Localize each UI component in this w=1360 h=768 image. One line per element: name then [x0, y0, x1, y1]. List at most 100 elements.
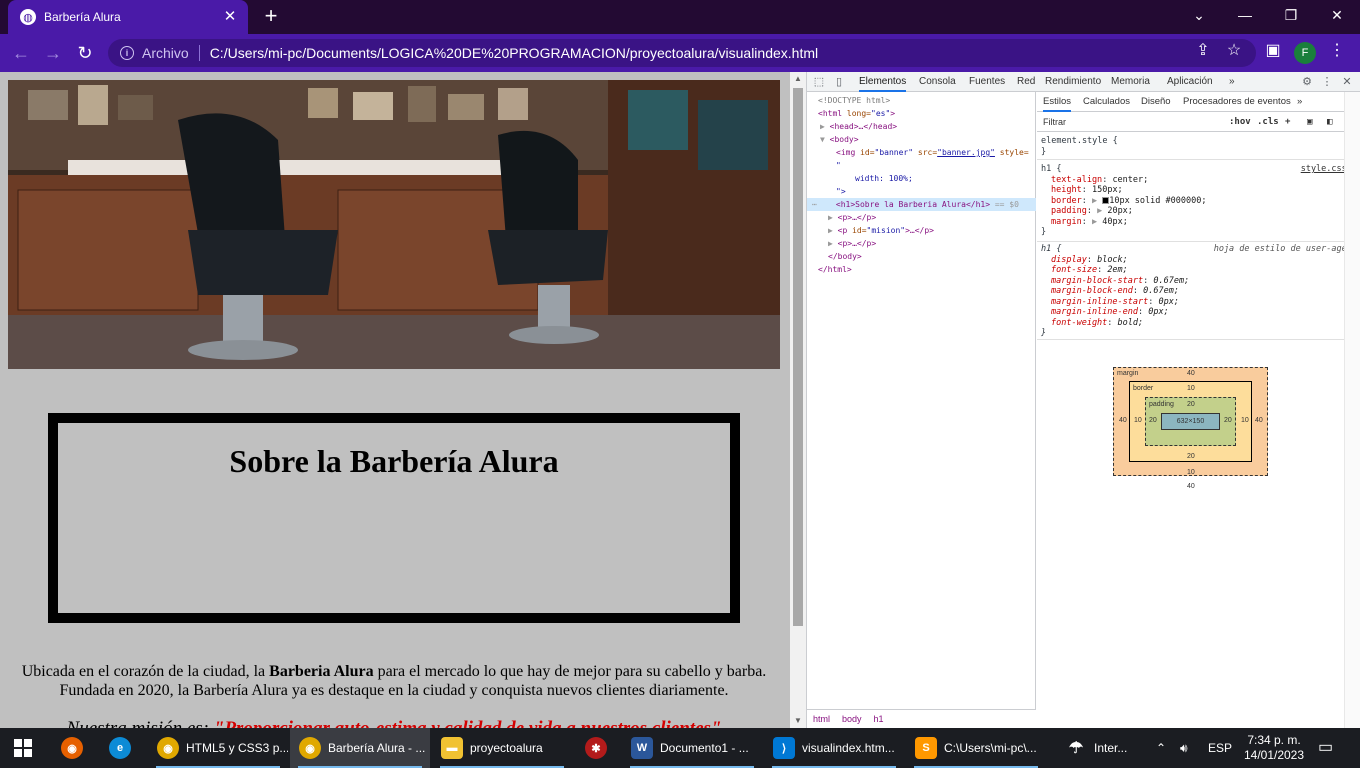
new-rule-button[interactable]: +: [1285, 115, 1290, 129]
browser-tab-strip: ◍ Barbería Alura ✕ + ⌄ — ❐ ✕: [0, 0, 1360, 34]
minimize-button[interactable]: —: [1222, 0, 1268, 30]
styles-filter-input[interactable]: Filtrar: [1040, 115, 1220, 129]
mission-quote: "Proporcionar auto-estima y calidad de v…: [214, 718, 722, 728]
devtools-panel: ⬚ ▯ Elementos Consola Fuentes Red Rendim…: [806, 72, 1360, 728]
prop-text-align[interactable]: text-align: center;: [1041, 175, 1357, 186]
firefox-icon[interactable]: ◉: [52, 728, 96, 768]
dom-p-node-3[interactable]: ▶ <p>…</p>: [828, 237, 1057, 250]
umbrella-icon: ☂: [1068, 740, 1084, 757]
profile-avatar[interactable]: F: [1294, 42, 1316, 64]
bm-padding-label: padding: [1149, 401, 1174, 408]
forward-arrow-icon[interactable]: →: [40, 40, 66, 66]
taskbar-item-word[interactable]: W Documento1 - ...: [622, 728, 762, 768]
prop-margin[interactable]: margin: ▶ 40px;: [1041, 217, 1357, 228]
bookmark-star-icon[interactable]: ☆: [1223, 40, 1245, 60]
taskbar-item-weather[interactable]: ☂ Inter...: [1056, 728, 1140, 768]
devtools-tab-console[interactable]: Consola: [919, 72, 956, 92]
language-indicator[interactable]: ESP: [1208, 728, 1232, 768]
devtools-close-icon[interactable]: ✕: [1339, 74, 1355, 90]
edge-icon[interactable]: e: [100, 728, 144, 768]
notifications-icon[interactable]: ▭: [1318, 728, 1333, 768]
box-model-content[interactable]: 632×150: [1161, 413, 1220, 430]
subtab-more-icon[interactable]: »: [1297, 92, 1302, 112]
devtools-tab-network[interactable]: Red: [1017, 72, 1035, 92]
scroll-up-arrow-icon[interactable]: ▲: [790, 72, 806, 86]
tab-search-icon[interactable]: ⌄: [1176, 0, 1222, 30]
breadcrumb-h1[interactable]: h1: [874, 714, 884, 724]
close-window-button[interactable]: ✕: [1314, 0, 1360, 30]
taskbar-item-chrome-html5[interactable]: ◉ HTML5 y CSS3 p...: [148, 728, 288, 768]
dom-body-node[interactable]: ▼ <body>: [820, 133, 1049, 146]
dom-doctype[interactable]: <!DOCTYPE html>: [818, 94, 1047, 107]
address-url[interactable]: C:/Users/mi-pc/Documents/LOGICA%20DE%20P…: [210, 45, 818, 61]
subtab-styles[interactable]: Estilos: [1043, 92, 1071, 112]
h1-user-agent-rule: hoja de estilo de user-agent h1 { displa…: [1037, 242, 1360, 340]
dom-h1-node[interactable]: ⋯ <h1>Sobre la Barberia Alura</h1> == $0: [807, 198, 1036, 211]
prop-height[interactable]: height: 150px;: [1041, 185, 1357, 196]
settings-gear-icon[interactable]: ⚙: [1299, 74, 1315, 90]
reload-icon[interactable]: ↻: [72, 40, 98, 66]
address-separator: [198, 45, 200, 61]
breadcrumb-html[interactable]: html: [813, 714, 830, 724]
dom-p-node[interactable]: ▶ <p>…</p>: [828, 211, 1057, 224]
page-scrollbar[interactable]: ▲ ▼: [790, 72, 806, 728]
styles-pane: Estilos Calculados Diseño Procesadores d…: [1037, 92, 1360, 728]
taskbar-item-sublime[interactable]: S C:\Users\mi-pc\...: [906, 728, 1046, 768]
devtools-more-tabs-icon[interactable]: »: [1229, 72, 1235, 92]
devtools-scrollbar[interactable]: [1344, 92, 1360, 728]
share-icon[interactable]: ⇪: [1192, 40, 1214, 60]
devtools-tab-memory[interactable]: Memoria: [1111, 72, 1150, 92]
scrollbar-thumb[interactable]: [793, 88, 803, 626]
dom-head-node[interactable]: ▶ <head>…</head>: [820, 120, 1049, 133]
tray-chevron-icon[interactable]: ⌃: [1156, 728, 1166, 768]
hover-state-button[interactable]: :hov: [1229, 115, 1251, 129]
computed-sidebar-icon[interactable]: ◧: [1327, 115, 1332, 129]
start-button[interactable]: [0, 728, 46, 768]
volume-icon[interactable]: 🔊︎: [1180, 728, 1188, 768]
user-agent-label: hoja de estilo de user-agent: [1213, 244, 1357, 254]
taskbar-item-explorer[interactable]: ▬ proyectoalura: [432, 728, 572, 768]
h1-author-rule[interactable]: style.css:4 h1 { text-align: center; hei…: [1037, 162, 1360, 242]
back-arrow-icon[interactable]: ←: [8, 40, 34, 66]
devtools-menu-icon[interactable]: ⋮: [1319, 74, 1335, 90]
subtab-layout[interactable]: Diseño: [1141, 92, 1171, 112]
tab-title: Barbería Alura: [44, 10, 121, 24]
devtools-tab-application[interactable]: Aplicación: [1167, 72, 1213, 92]
dom-html-node[interactable]: <html long="es">: [818, 107, 1047, 120]
clock-time: 7:34 p. m.: [1247, 733, 1301, 747]
browser-toolbar: ← → ↻ i Archivo C:/Users/mi-pc/Documents…: [0, 34, 1360, 72]
ua-prop-font-weight: font-weight: bold;: [1051, 317, 1144, 328]
paint-icon[interactable]: ▣: [1307, 115, 1312, 129]
dom-img-node[interactable]: <img id="banner" src="banner.jpg" style=: [836, 146, 1065, 159]
class-toggle-button[interactable]: .cls: [1257, 115, 1279, 129]
taskbar-item-chrome-barberia[interactable]: ◉ Barbería Alura - ...: [290, 728, 430, 768]
dom-p-mision-node[interactable]: ▶ <p id="mision">…</p>: [828, 224, 1057, 237]
new-tab-button[interactable]: +: [258, 4, 284, 30]
devtools-tab-elements[interactable]: Elementos: [859, 72, 907, 92]
app-red-icon[interactable]: ✱: [576, 728, 620, 768]
restore-button[interactable]: ❐: [1268, 0, 1314, 30]
subtab-event-listeners[interactable]: Procesadores de eventos: [1183, 92, 1291, 112]
browser-tab[interactable]: ◍ Barbería Alura ✕: [8, 0, 248, 34]
device-toolbar-icon[interactable]: ▯: [831, 74, 847, 90]
scroll-down-arrow-icon[interactable]: ▼: [790, 714, 806, 728]
bm-border-top: 10: [1187, 385, 1195, 392]
bm-border-label: border: [1133, 385, 1154, 392]
prop-padding[interactable]: padding: ▶ 20px;: [1041, 206, 1357, 217]
taskbar-item-vscode[interactable]: ⟩ visualindex.htm...: [764, 728, 904, 768]
address-scheme: Archivo: [142, 45, 189, 61]
subtab-computed[interactable]: Calculados: [1083, 92, 1130, 112]
devtools-tab-performance[interactable]: Rendimiento: [1045, 72, 1101, 92]
element-style-rule[interactable]: element.style { }: [1037, 134, 1360, 160]
breadcrumb-body[interactable]: body: [842, 714, 862, 724]
devtools-tab-sources[interactable]: Fuentes: [969, 72, 1005, 92]
tab-close-icon[interactable]: ✕: [220, 7, 240, 27]
clock[interactable]: 7:34 p. m. 14/01/2023: [1242, 728, 1306, 768]
vscode-icon: ⟩: [773, 737, 795, 759]
address-bar[interactable]: i Archivo C:/Users/mi-pc/Documents/LOGIC…: [108, 39, 1256, 67]
prop-border[interactable]: border: ▶ 10px solid #000000;: [1041, 196, 1357, 207]
side-panel-icon[interactable]: ▣: [1262, 40, 1284, 60]
menu-kebab-icon[interactable]: ⋮: [1326, 40, 1348, 60]
info-icon[interactable]: i: [120, 46, 134, 60]
inspect-element-icon[interactable]: ⬚: [811, 74, 827, 90]
